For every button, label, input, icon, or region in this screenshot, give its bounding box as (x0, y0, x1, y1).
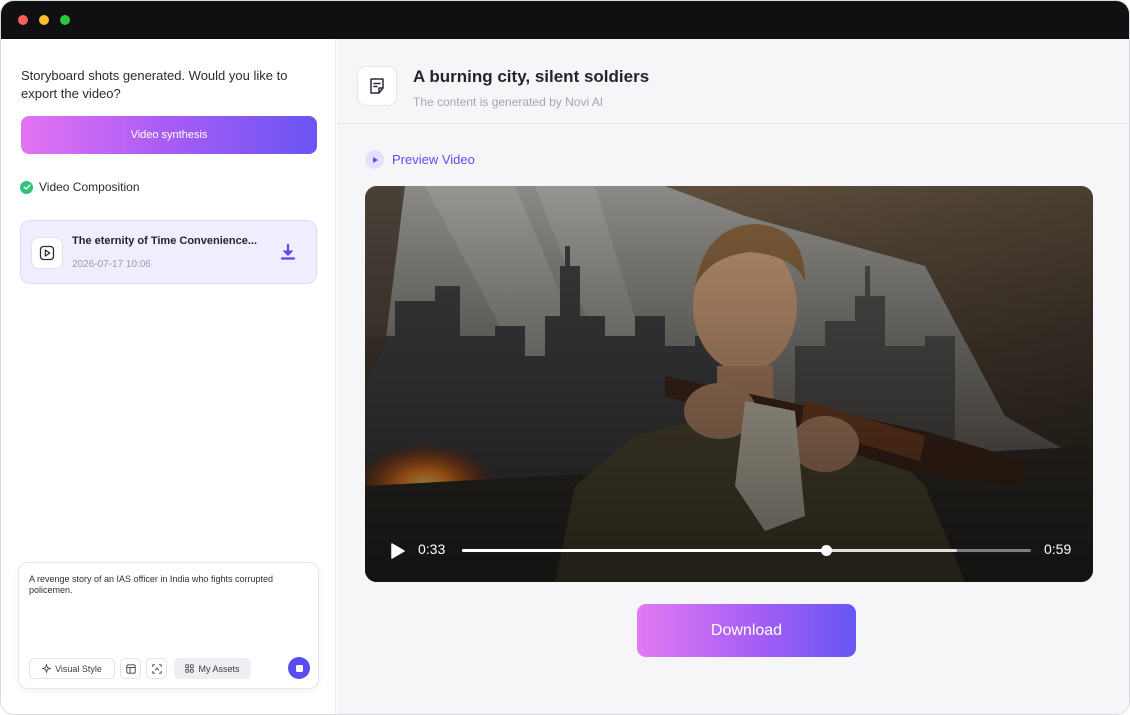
video-result-card[interactable]: The eternity of Time Convenience... 2026… (20, 220, 317, 284)
title-bar (1, 1, 1129, 39)
prompt-composer[interactable]: A revenge story of an IAS officer in Ind… (18, 562, 319, 689)
video-synthesis-button[interactable]: Video synthesis (21, 116, 317, 154)
preview-panel: A burning city, silent soldiers The cont… (337, 39, 1129, 714)
total-time: 0:59 (1044, 541, 1072, 557)
my-assets-button[interactable]: My Assets (174, 658, 251, 679)
stop-generation-button[interactable] (288, 657, 310, 679)
progress-thumb[interactable] (821, 545, 833, 556)
video-controls: 0:33 0:59 (365, 532, 1093, 582)
played-fill (462, 549, 827, 552)
download-icon[interactable] (279, 243, 297, 261)
video-composition-label: Video Composition (39, 180, 140, 194)
layout-icon (125, 663, 136, 674)
preview-video-label: Preview Video (392, 152, 475, 167)
note-icon (357, 66, 397, 106)
sparkle-icon (42, 664, 52, 673)
video-player[interactable]: 0:33 0:59 (365, 186, 1093, 582)
visual-style-button[interactable]: Visual Style (29, 658, 115, 679)
chat-panel: Storyboard shots generated. Would you li… (1, 39, 336, 714)
close-window-dot[interactable] (18, 15, 28, 25)
minimize-window-dot[interactable] (39, 15, 49, 25)
play-circle-icon (365, 150, 384, 169)
page-title: A burning city, silent soldiers (413, 67, 650, 86)
video-file-icon (31, 237, 63, 269)
video-composition-status: Video Composition (20, 180, 140, 194)
progress-bar[interactable] (462, 545, 1031, 556)
video-card-date: 2026-07-17 10:06 (72, 259, 151, 270)
video-card-title: The eternity of Time Convenience... (72, 235, 258, 247)
current-time: 0:33 (418, 541, 446, 557)
maximize-window-dot[interactable] (60, 15, 70, 25)
assistant-message: Storyboard shots generated. Would you li… (21, 68, 288, 101)
video-frame (365, 186, 1093, 582)
prompt-input[interactable]: A revenge story of an IAS officer in Ind… (29, 574, 304, 596)
scan-button[interactable] (146, 658, 167, 679)
visual-style-label: Visual Style (55, 663, 102, 674)
header-divider (337, 123, 1129, 124)
grid-icon (185, 664, 195, 673)
preview-video-heading: Preview Video (365, 150, 475, 169)
stop-icon (295, 664, 303, 672)
layout-button[interactable] (120, 658, 141, 679)
scan-icon (151, 663, 162, 674)
download-button[interactable]: Download (637, 604, 856, 657)
check-circle-icon (20, 180, 33, 194)
app-window: Storyboard shots generated. Would you li… (0, 0, 1130, 715)
play-icon[interactable] (389, 542, 407, 560)
page-subtitle: The content is generated by Novi AI (413, 95, 604, 109)
my-assets-label: My Assets (198, 663, 240, 674)
